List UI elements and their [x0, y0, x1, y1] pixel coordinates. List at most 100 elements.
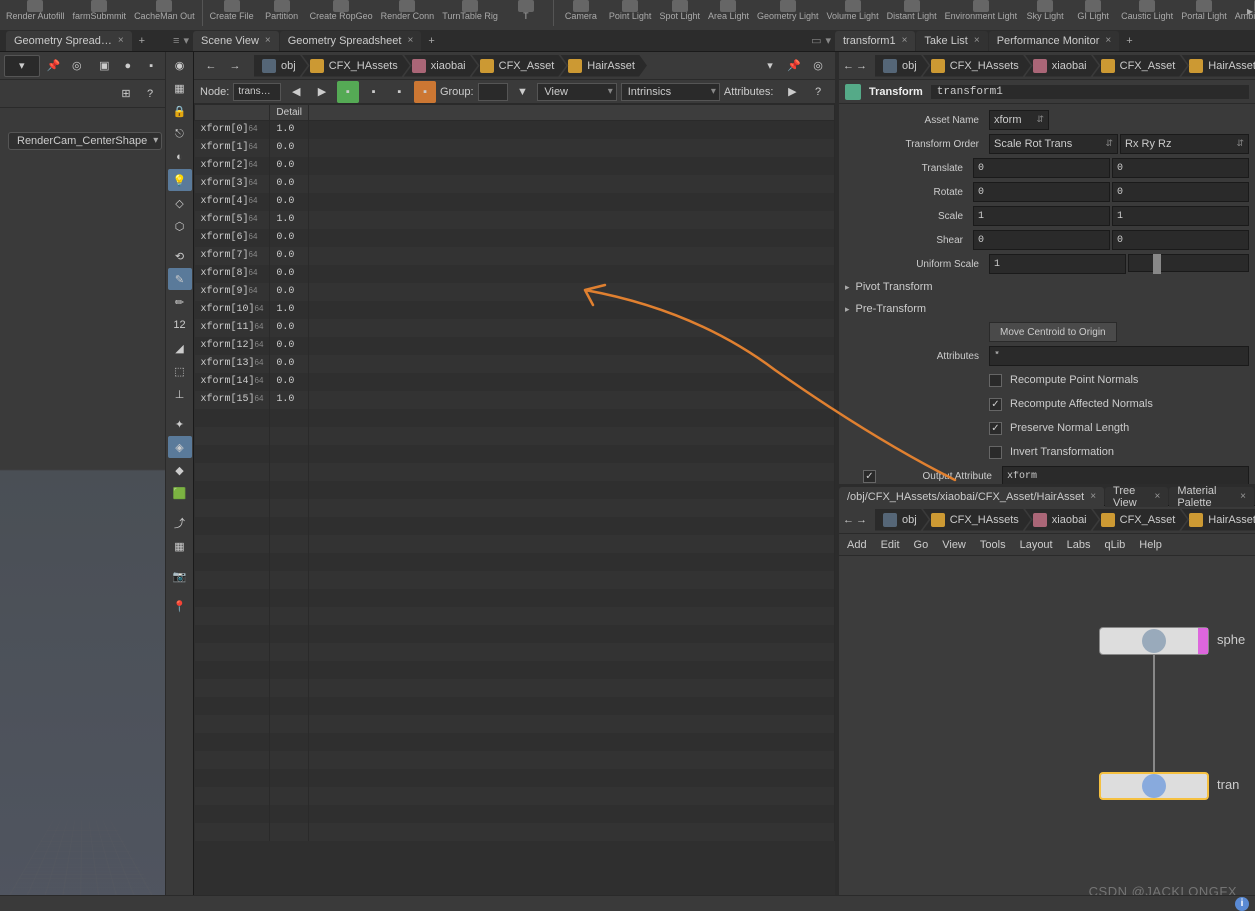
tab[interactable]: transform1×: [835, 31, 915, 51]
tool-icon[interactable]: ◉: [168, 54, 192, 76]
rx-input[interactable]: [973, 182, 1110, 202]
dropdown-icon[interactable]: ▾: [759, 55, 781, 77]
tool-icon[interactable]: 🟩: [168, 482, 192, 504]
centroid-button[interactable]: Move Centroid to Origin: [989, 322, 1117, 342]
table-row[interactable]: xform[2]640.0: [195, 157, 835, 175]
shelf-item[interactable]: GI Light: [1069, 0, 1117, 21]
breadcrumb-item[interactable]: xiaobai: [1025, 509, 1099, 531]
vp-tool-icon[interactable]: ⊞: [115, 83, 137, 105]
shelf-item[interactable]: Render Autofill: [2, 0, 69, 21]
tab[interactable]: Performance Monitor×: [989, 31, 1120, 51]
shelf-item[interactable]: Camera: [557, 0, 605, 21]
tool-icon[interactable]: ◐: [168, 146, 192, 168]
back-icon[interactable]: ←: [200, 55, 222, 77]
next-icon[interactable]: ▶: [311, 81, 333, 103]
table-row[interactable]: xform[14]640.0: [195, 373, 835, 391]
close-icon[interactable]: ×: [1240, 491, 1246, 502]
tool-icon[interactable]: ✦: [168, 413, 192, 435]
menu-item[interactable]: Edit: [881, 539, 900, 551]
uscale-slider[interactable]: [1128, 254, 1249, 272]
sphere-node[interactable]: [1099, 627, 1209, 655]
fwd-icon[interactable]: →: [856, 509, 867, 531]
table-row[interactable]: xform[3]640.0: [195, 175, 835, 193]
tool-icon[interactable]: ⬡: [168, 215, 192, 237]
menu-item[interactable]: Labs: [1067, 539, 1091, 551]
rpn-check[interactable]: [989, 374, 1002, 387]
view-select[interactable]: View: [537, 83, 616, 101]
back-icon[interactable]: ←: [843, 509, 854, 531]
out-toggle[interactable]: [863, 470, 876, 483]
tab[interactable]: /obj/CFX_HAssets/xiaobai/CFX_Asset/HairA…: [839, 487, 1104, 507]
shelf-item[interactable]: Point Light: [605, 0, 656, 21]
close-icon[interactable]: ×: [407, 35, 413, 46]
points-icon[interactable]: ▪: [337, 81, 359, 103]
shelf-scroll-icon[interactable]: ▸: [1247, 4, 1253, 18]
shelf-item[interactable]: Portal Light: [1177, 0, 1231, 21]
shelf-item[interactable]: Partition: [258, 0, 306, 21]
tab[interactable]: Take List×: [916, 31, 987, 51]
shelf-item[interactable]: TurnTable Rig: [438, 0, 502, 21]
tool-icon[interactable]: 🔒: [168, 100, 192, 122]
fwd-icon[interactable]: →: [856, 55, 867, 77]
tool-icon[interactable]: 12: [168, 314, 192, 336]
pin-icon[interactable]: 📌: [44, 55, 63, 77]
table-row[interactable]: xform[11]640.0: [195, 319, 835, 337]
tool-icon[interactable]: ⎋: [168, 123, 192, 145]
table-row[interactable]: xform[13]640.0: [195, 355, 835, 373]
3d-viewport[interactable]: [0, 108, 165, 911]
breadcrumb-item[interactable]: xiaobai: [1025, 55, 1099, 77]
back-icon[interactable]: ←: [843, 55, 854, 77]
tool-icon[interactable]: ⤴: [168, 512, 192, 534]
prev-icon[interactable]: ◀: [285, 81, 307, 103]
tool-icon[interactable]: 📍: [168, 595, 192, 617]
breadcrumb-item[interactable]: CFX_Asset: [472, 55, 567, 77]
table-row[interactable]: xform[5]641.0: [195, 211, 835, 229]
tool-icon[interactable]: ▦: [168, 77, 192, 99]
info-icon[interactable]: i: [1235, 897, 1249, 911]
table-row[interactable]: xform[8]640.0: [195, 265, 835, 283]
tool-icon[interactable]: ◇: [168, 192, 192, 214]
table-row[interactable]: xform[4]640.0: [195, 193, 835, 211]
pin-icon[interactable]: 📌: [783, 55, 805, 77]
sphere-icon[interactable]: ●: [118, 55, 137, 77]
tab[interactable]: Geometry Spreadsheet×: [280, 31, 422, 51]
menu-item[interactable]: View: [942, 539, 966, 551]
tab[interactable]: Tree View×: [1105, 487, 1168, 507]
breadcrumb-item[interactable]: CFX_HAssets: [302, 55, 410, 77]
ry-input[interactable]: [1112, 182, 1249, 202]
menu-item[interactable]: Go: [914, 539, 929, 551]
rord-select[interactable]: Rx Ry Rz: [1120, 134, 1249, 154]
shelf-item[interactable]: Spot Light: [655, 0, 704, 21]
breadcrumb-item[interactable]: CFX_HAssets: [923, 55, 1031, 77]
menu-item[interactable]: Tools: [980, 539, 1006, 551]
display-icon[interactable]: ▣: [95, 55, 114, 77]
breadcrumb-root[interactable]: obj: [875, 55, 929, 77]
dropdown-icon[interactable]: ▾: [825, 34, 831, 47]
prims-icon[interactable]: ▪: [388, 81, 410, 103]
shx-input[interactable]: [973, 230, 1110, 250]
tab[interactable]: Geometry Spread…×: [6, 31, 132, 51]
outattr-input[interactable]: [1002, 466, 1249, 484]
sx-input[interactable]: [973, 206, 1110, 226]
close-icon[interactable]: ×: [118, 35, 124, 46]
shelf-item[interactable]: Render Conn: [377, 0, 439, 21]
vp-dropdown[interactable]: ▾: [4, 55, 40, 77]
menu-item[interactable]: qLib: [1104, 539, 1125, 551]
close-icon[interactable]: ×: [1090, 491, 1096, 502]
play-icon[interactable]: ▶: [781, 81, 803, 103]
node-name-field[interactable]: transform1: [931, 85, 1249, 99]
table-row[interactable]: xform[7]640.0: [195, 247, 835, 265]
breadcrumb-item[interactable]: HairAsset: [560, 55, 647, 77]
tab[interactable]: Scene View×: [193, 31, 279, 51]
ran-check[interactable]: [989, 398, 1002, 411]
breadcrumb-root[interactable]: obj: [254, 55, 308, 77]
verts-icon[interactable]: ▪: [363, 81, 385, 103]
shelf-item[interactable]: CacheMan Out: [130, 0, 199, 21]
node-input[interactable]: [233, 83, 281, 101]
shelf-item[interactable]: Sky Light: [1021, 0, 1069, 21]
close-icon[interactable]: ×: [902, 35, 908, 46]
tool-icon[interactable]: ◈: [168, 436, 192, 458]
close-icon[interactable]: ×: [974, 35, 980, 46]
group-input[interactable]: [478, 83, 508, 101]
help-icon[interactable]: ?: [807, 81, 829, 103]
